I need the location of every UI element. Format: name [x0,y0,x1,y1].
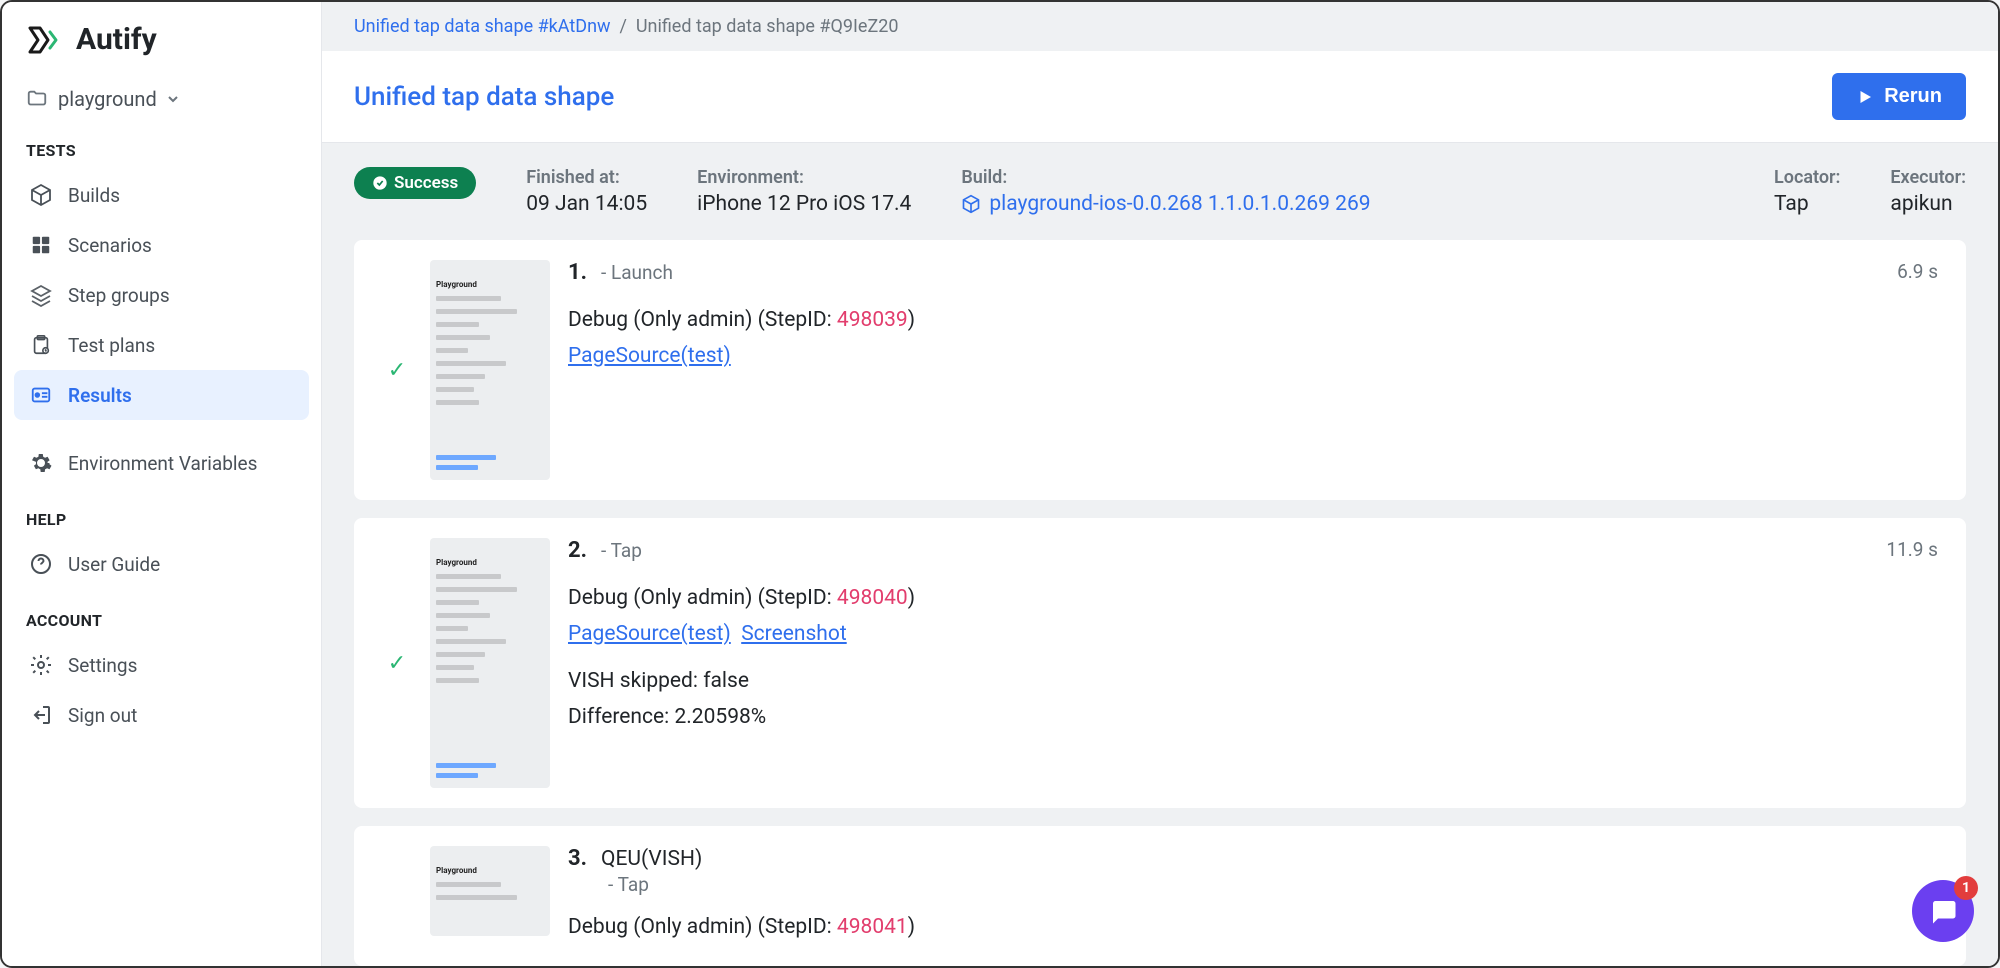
results-icon [28,382,54,408]
chat-icon [1928,896,1958,926]
cube-icon [28,182,54,208]
step-title: QEU(VISH) [601,847,702,871]
screenshot-link[interactable]: Screenshot [741,622,847,646]
step-thumbnail[interactable]: Playground [430,538,550,788]
section-tests: TESTS [2,135,321,166]
section-account: ACCOUNT [2,605,321,636]
main-content: Unified tap data shape #kAtDnw / Unified… [322,2,1998,966]
rerun-label: Rerun [1884,85,1942,108]
nav-label: Builds [68,184,120,207]
step-card: ✓ Playground 1. - Launch Debug (Only adm… [354,240,1966,500]
chat-badge: 1 [1954,876,1978,900]
step-card: ✓ Playground 2. - Tap Debug (Only admin)… [354,518,1966,808]
nav-label: Sign out [68,704,137,727]
info-finished: Finished at: 09 Jan 14:05 [526,167,647,216]
breadcrumb-sep: / [615,16,636,37]
title-bar: Unified tap data shape Rerun [322,51,1998,143]
settings-icon [28,652,54,678]
step-debug: Debug (Only admin) (StepID: 498039) [568,303,1938,339]
nav-label: Step groups [68,284,170,307]
pagesource-link[interactable]: PageSource(test) [568,622,731,646]
rerun-button[interactable]: Rerun [1832,73,1966,120]
info-environment: Environment: iPhone 12 Pro iOS 17.4 [697,167,911,216]
step-duration: 6.9 s [1897,260,1938,283]
build-link[interactable]: playground-ios-0.0.268 1.1.0.1.0.269 269 [961,192,1724,216]
cube-icon [961,194,981,214]
status-badge: Success [354,167,476,199]
chat-button[interactable]: 1 [1912,880,1974,942]
sidebar-item-test-plans[interactable]: Test plans [14,320,309,370]
layers-icon [28,282,54,308]
nav-label: Test plans [68,334,155,357]
step-extra: Difference: 2.20598% [568,700,1938,736]
nav-label: Environment Variables [68,452,257,475]
check-icon: ✓ [382,538,412,788]
chevron-down-icon [167,93,179,105]
info-build: Build: playground-ios-0.0.268 1.1.0.1.0.… [961,167,1724,216]
nav-label: Scenarios [68,234,152,257]
clipboard-icon [28,332,54,358]
sign-out-icon [28,702,54,728]
sidebar-item-sign-out[interactable]: Sign out [14,690,309,740]
pagesource-link[interactable]: PageSource(test) [568,344,731,368]
help-icon [28,551,54,577]
breadcrumb: Unified tap data shape #kAtDnw / Unified… [322,2,1998,51]
steps-list: ✓ Playground 1. - Launch Debug (Only adm… [322,240,1998,966]
step-extra: VISH skipped: false [568,664,1938,700]
step-label: - Tap [601,539,642,562]
breadcrumb-parent[interactable]: Unified tap data shape #kAtDnw [354,16,611,37]
breadcrumb-current: Unified tap data shape #Q9IeZ20 [636,16,899,37]
info-locator: Locator: Tap [1774,167,1840,216]
nav-label: Results [68,384,132,407]
sidebar-item-builds[interactable]: Builds [14,170,309,220]
sidebar: Autify playground TESTS Builds Scenarios… [2,2,322,966]
section-help: HELP [2,504,321,535]
sidebar-item-scenarios[interactable]: Scenarios [14,220,309,270]
step-debug: Debug (Only admin) (StepID: 498040) [568,581,1938,617]
step-duration: 11.9 s [1886,538,1938,561]
step-label: - Launch [601,261,673,284]
folder-icon [26,88,48,110]
step-number: 2. [568,538,587,563]
step-thumbnail[interactable]: Playground [430,260,550,480]
check-icon [382,846,412,946]
grid-icon [28,232,54,258]
info-executor: Executor: apikun [1890,167,1966,216]
sidebar-item-results[interactable]: Results [14,370,309,420]
brand-name: Autify [76,22,157,57]
sidebar-item-user-guide[interactable]: User Guide [14,539,309,589]
step-number: 3. [568,846,587,871]
step-number: 1. [568,260,587,285]
info-bar: Success Finished at: 09 Jan 14:05 Enviro… [322,143,1998,240]
sidebar-item-settings[interactable]: Settings [14,640,309,690]
project-selector[interactable]: playground [2,77,321,135]
page-title: Unified tap data shape [354,82,614,112]
nav-label: User Guide [68,553,160,576]
gear-icon [28,450,54,476]
logo: Autify [2,22,321,77]
sidebar-item-env-vars[interactable]: Environment Variables [14,438,309,488]
step-thumbnail[interactable]: Playground [430,846,550,936]
autify-logo-icon [26,24,66,56]
project-name: playground [58,87,157,111]
step-card: Playground 3. QEU(VISH) - Tap Debug (Onl… [354,826,1966,966]
step-debug: Debug (Only admin) (StepID: 498041) [568,910,1938,946]
step-label: - Tap [608,873,1938,896]
nav-label: Settings [68,654,137,677]
sidebar-item-step-groups[interactable]: Step groups [14,270,309,320]
check-circle-icon [372,175,388,191]
check-icon: ✓ [382,260,412,480]
play-icon [1856,88,1874,106]
